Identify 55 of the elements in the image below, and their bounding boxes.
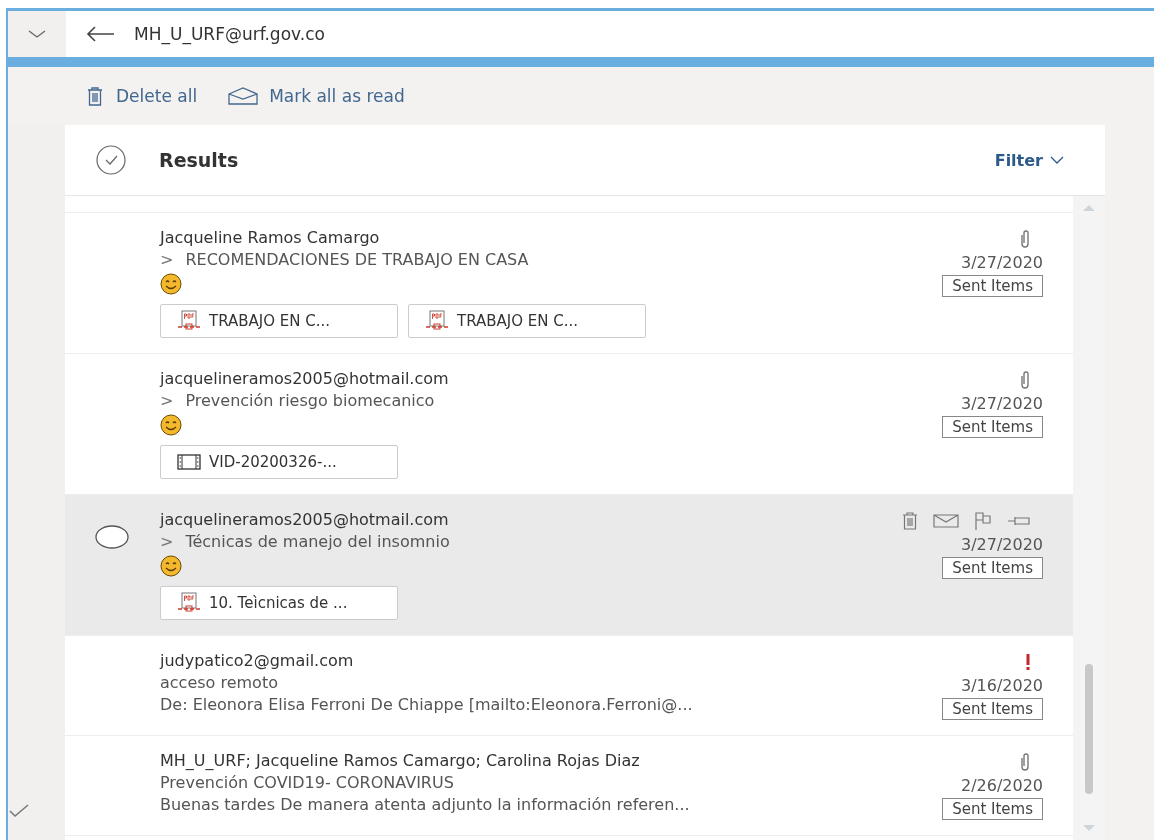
flag-icon[interactable] [973, 511, 993, 531]
thread-chevron: > [160, 532, 174, 551]
results-title: Results [159, 149, 240, 171]
message-date: 3/16/2020 [960, 676, 1043, 695]
sender-name: jacquelineramos2005@hotmail.com [160, 510, 450, 529]
message-item[interactable]: jacquelineramos2005@hotmail.com > Prevención riesgo biomecanico VID-20200326-... 3/27/2020 Sent Items [65, 354, 1073, 495]
message-date: 2/26/2020 [960, 776, 1043, 795]
message-item[interactable]: judypatico2@gmail.com acceso remoto De: Eleonora Elisa Ferroni De Chiappe [mailto:Eleonora.Ferroni@... 3/16/2020 Sent Items [65, 636, 1073, 736]
attachment-chip[interactable]: 10. Teìcnicas de ... [160, 586, 398, 620]
subject-text: Técnicas de manejo del insomnio [185, 532, 450, 551]
message-date: 3/27/2020 [960, 394, 1043, 413]
folder-tag: Sent Items [942, 416, 1043, 438]
pin-icon[interactable] [1007, 514, 1031, 528]
message-date: 3/27/2020 [960, 253, 1043, 272]
folder-tag: Sent Items [942, 557, 1043, 579]
subject-text: Prevención riesgo biomecanico [185, 391, 435, 410]
delete-icon[interactable] [901, 511, 919, 531]
thread-chevron: > [160, 391, 174, 410]
pdf-file-icon [177, 592, 201, 614]
sender-name: MH_U_URF; Jacqueline Ramos Camargo; Carolina Rojas Diaz [160, 751, 641, 770]
subject-text: Prevención COVID19- CORONAVIRUS [160, 773, 454, 792]
sender-name: Jacqueline Ramos Camargo [160, 228, 381, 247]
sender-name: judypatico2@gmail.com [160, 651, 355, 670]
attachment-chip[interactable]: TRABAJO EN C... [160, 304, 398, 338]
subject-text: acceso remoto [160, 673, 278, 692]
attachment-chip[interactable]: VID-20200326-... [160, 445, 398, 479]
folder-tag: Sent Items [942, 275, 1043, 297]
pdf-file-icon [425, 310, 449, 332]
film-icon [177, 453, 201, 471]
message-item[interactable]: Jacqueline Ramos Camargo > RECOMENDACIONES DE TRABAJO EN CASA TRABAJO EN C... TRABAJO EN C... 3/27/2020 Sent Items [65, 213, 1073, 354]
thread-chevron: > [160, 250, 174, 269]
attachment-chip[interactable]: TRABAJO EN C... [408, 304, 646, 338]
mailbox-address: MH_U_URF@urf.gov.co [134, 24, 325, 44]
filter-button[interactable]: Filter [994, 150, 1065, 170]
preview-text: De: Eleonora Elisa Ferroni De Chiappe [mailto:Eleonora.Ferroni@... [160, 695, 694, 714]
folder-tag: Sent Items [942, 698, 1043, 720]
preview-text: Buenas tardes De manera atenta adjunto la información referen... [160, 795, 691, 814]
message-item[interactable]: MH_U_URF; Jacqueline Ramos Camargo; Carolina Rojas Diaz Prevención COVID19- CORONAVIRUS Buenas tardes De manera atenta adjunto la información referen... 2/26/2020 Sent Items [65, 736, 1073, 836]
chevron-down-icon [1049, 155, 1065, 165]
message-item[interactable]: jacquelineramos2005@hotmail.com > Técnicas de manejo del insomnio 10. Teìcnicas de ... 3/27/2020 Sent Items [65, 495, 1073, 636]
select-all-icon[interactable] [95, 144, 127, 176]
scrollbar-thumb[interactable] [1085, 664, 1093, 794]
delete-all-button[interactable]: Delete all [84, 85, 198, 107]
folder-tag: Sent Items [942, 798, 1043, 820]
checkmark-icon[interactable] [8, 802, 30, 818]
select-circle-icon[interactable] [95, 524, 129, 550]
mark-read-button[interactable]: Mark all as read [227, 86, 405, 106]
back-arrow-icon[interactable] [86, 26, 116, 42]
message-date: 3/27/2020 [960, 535, 1043, 554]
open-envelope-icon [227, 86, 260, 106]
envelope-icon[interactable] [933, 514, 959, 528]
subject-text: RECOMENDACIONES DE TRABAJO EN CASA [185, 250, 529, 269]
pdf-file-icon [177, 310, 201, 332]
sender-name: jacquelineramos2005@hotmail.com [160, 369, 450, 388]
chevron-down-icon[interactable] [27, 29, 47, 39]
